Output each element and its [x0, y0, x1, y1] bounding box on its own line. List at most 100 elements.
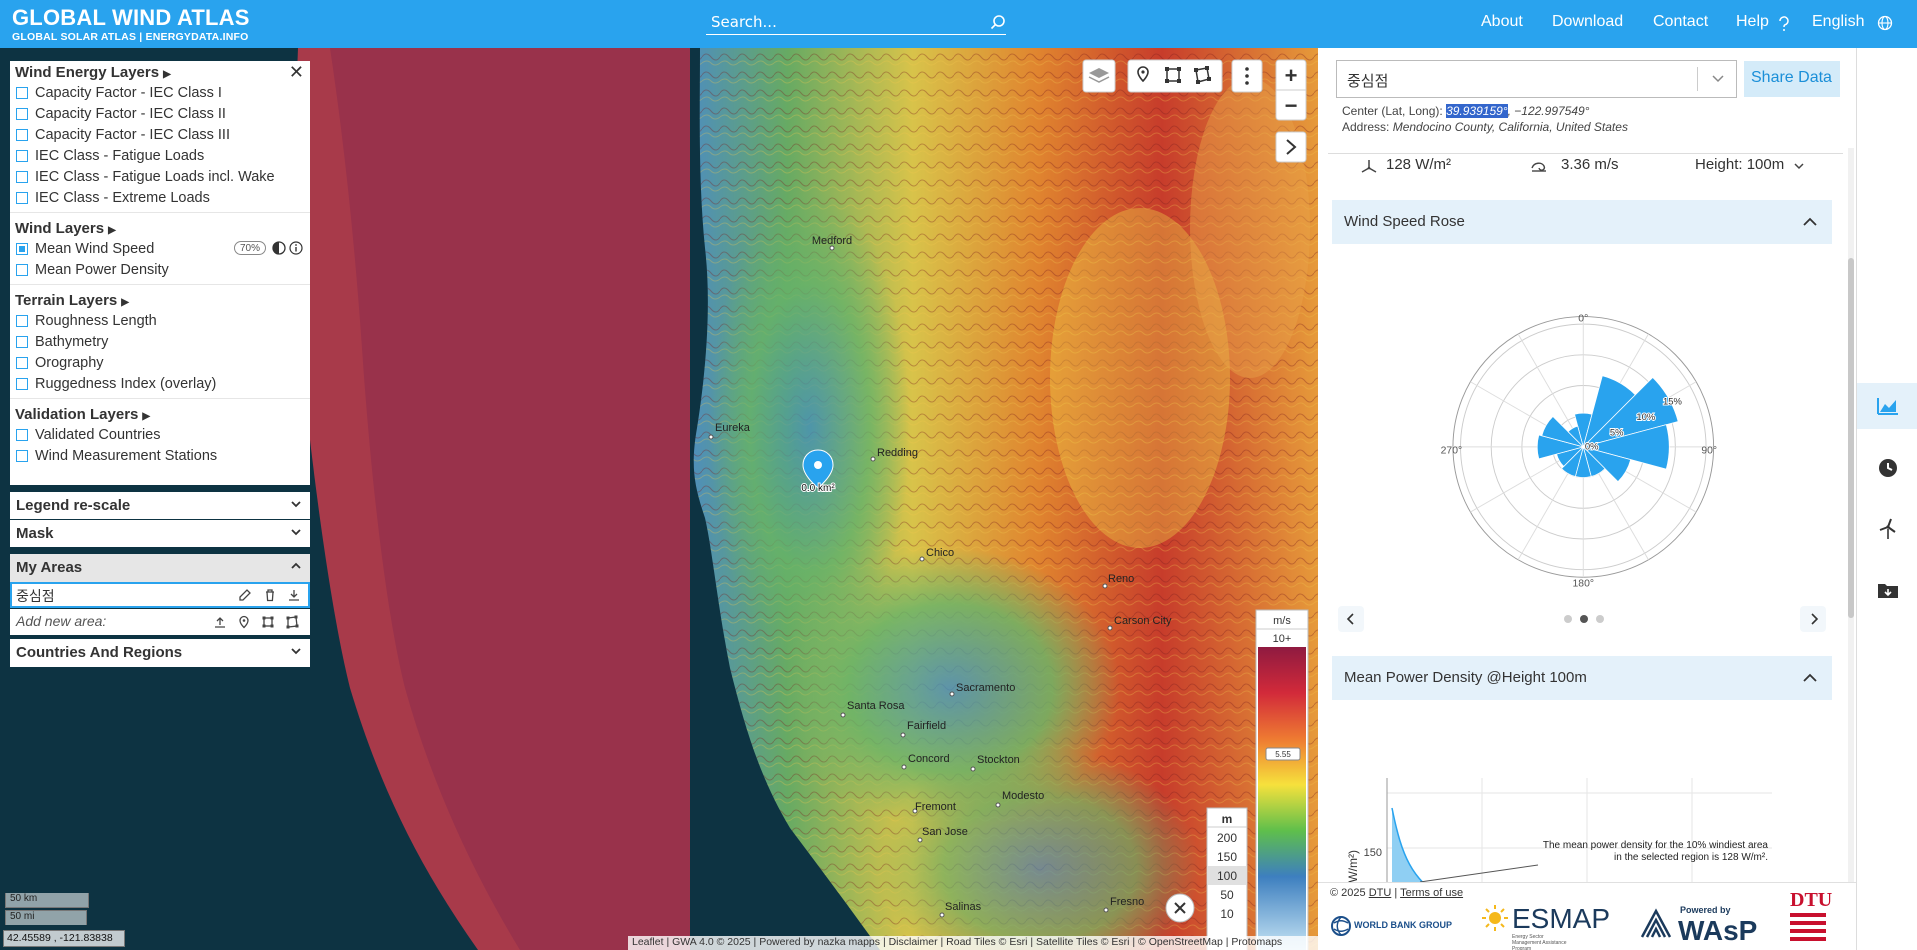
height-option-selected[interactable]: 100 [1217, 869, 1237, 883]
info-icon[interactable] [289, 241, 303, 255]
checkbox[interactable] [16, 149, 28, 162]
chevron-up-icon[interactable] [1802, 670, 1818, 686]
height-option[interactable]: 200 [1217, 831, 1237, 845]
add-polygon-icon[interactable] [285, 615, 299, 629]
height-dropdown[interactable]: Height: 100m [1695, 156, 1784, 173]
height-selector[interactable]: m 200 150 100 50 10 [1206, 807, 1248, 950]
carousel-prev-button[interactable] [1338, 606, 1364, 632]
footer-terms-link[interactable]: Terms of use [1400, 887, 1463, 899]
layer-mean-wind-speed[interactable]: Mean Wind Speed 70% [10, 238, 310, 259]
nav-contact[interactable]: Contact [1653, 13, 1708, 31]
layer-roughness-length[interactable]: Roughness Length [10, 310, 310, 331]
world-bank-logo[interactable]: WORLD BANK GROUP [1330, 913, 1452, 941]
esmap-logo[interactable]: ESMAP Energy Sector Management Assistanc… [1480, 901, 1610, 950]
zoom-out-button[interactable]: − [1285, 93, 1298, 118]
app-logo-subtitle[interactable]: GLOBAL SOLAR ATLAS | ENERGYDATA.INFO [12, 31, 248, 43]
city-label: Sacramento [956, 682, 1015, 694]
nav-about[interactable]: About [1481, 13, 1523, 31]
edit-icon[interactable] [238, 588, 252, 602]
nav-download[interactable]: Download [1552, 13, 1623, 31]
sidebar-history-button[interactable] [1857, 445, 1917, 491]
scrollbar-thumb[interactable] [1848, 258, 1854, 618]
layer-capacity-factor-iec3[interactable]: Capacity Factor - IEC Class III [10, 124, 310, 145]
area-item-selected[interactable]: 중심점 [10, 582, 310, 608]
carousel-dot[interactable] [1564, 615, 1572, 623]
rose-ring-label: 0% [1585, 442, 1599, 453]
layer-iec-fatigue-wake[interactable]: IEC Class - Fatigue Loads incl. Wake [10, 166, 310, 187]
height-option[interactable]: 150 [1217, 850, 1237, 864]
checkbox[interactable] [16, 86, 28, 99]
close-panel-icon[interactable]: ✕ [289, 62, 304, 83]
group-wind-energy-layers[interactable]: Wind Energy Layers ▶ [10, 61, 310, 82]
nav-help[interactable]: Help [1736, 13, 1769, 31]
checkbox[interactable] [16, 263, 28, 276]
wasp-logo[interactable]: Powered by WAsP [1638, 903, 1758, 947]
wind-speed-rose-header[interactable]: Wind Speed Rose [1332, 200, 1832, 244]
checkbox[interactable] [16, 356, 28, 369]
layer-orography[interactable]: Orography [10, 352, 310, 373]
checkbox[interactable] [16, 107, 28, 120]
add-new-area-row: Add new area: [10, 609, 310, 635]
zoom-in-button[interactable]: + [1285, 63, 1298, 88]
globe-icon[interactable] [1877, 15, 1893, 31]
nav-language[interactable]: English [1812, 13, 1864, 31]
layer-iec-extreme[interactable]: IEC Class - Extreme Loads [10, 187, 310, 208]
group-validation-layers[interactable]: Validation Layers ▶ [10, 403, 310, 424]
group-terrain-layers[interactable]: Terrain Layers ▶ [10, 289, 310, 310]
layer-wind-measurement-stations[interactable]: Wind Measurement Stations [10, 445, 310, 466]
checkbox[interactable] [16, 314, 28, 327]
chevron-up-icon[interactable] [1802, 214, 1818, 230]
more-options-icon[interactable] [1245, 67, 1249, 85]
close-legend-button[interactable] [1165, 893, 1195, 923]
checkbox[interactable] [16, 191, 28, 204]
checkbox[interactable] [16, 170, 28, 183]
sidebar-turbine-button[interactable] [1857, 506, 1917, 552]
layer-capacity-factor-iec2[interactable]: Capacity Factor - IEC Class II [10, 103, 310, 124]
mean-power-density-header[interactable]: Mean Power Density @Height 100m [1332, 656, 1832, 700]
layer-validated-countries[interactable]: Validated Countries [10, 424, 310, 445]
download-area-icon[interactable] [287, 588, 301, 602]
share-data-button[interactable]: Share Data [1744, 61, 1840, 97]
checkbox[interactable] [16, 449, 28, 462]
height-option[interactable]: 10 [1220, 907, 1234, 921]
location-pin[interactable]: 0.0 km² [800, 449, 836, 495]
sidebar-charts-button[interactable] [1857, 383, 1917, 429]
dtu-logo[interactable]: DTU [1788, 889, 1832, 947]
chevron-down-icon[interactable] [1793, 161, 1805, 171]
contrast-icon[interactable] [272, 241, 286, 255]
countries-regions-accordion[interactable]: Countries And Regions [10, 639, 310, 667]
carousel-dot-active[interactable] [1580, 615, 1588, 623]
my-areas-accordion[interactable]: My Areas [10, 554, 310, 582]
help-icon[interactable] [1778, 16, 1790, 32]
mask-accordion[interactable]: Mask [10, 520, 310, 547]
search-icon[interactable] [990, 14, 1006, 30]
area-select-dropdown[interactable]: 중심점 [1336, 60, 1737, 98]
layer-iec-fatigue[interactable]: IEC Class - Fatigue Loads [10, 145, 310, 166]
legend-rescale-accordion[interactable]: Legend re-scale [10, 492, 310, 519]
panel-scrollbar[interactable] [1848, 148, 1854, 928]
search-input[interactable]: Search... [706, 11, 1006, 35]
center-lat-selected[interactable]: 39.939159° [1446, 104, 1508, 118]
checkbox[interactable] [16, 335, 28, 348]
add-pin-icon[interactable] [237, 615, 251, 629]
checkbox[interactable] [16, 428, 28, 441]
app-logo-title[interactable]: GLOBAL WIND ATLAS [12, 5, 250, 31]
upload-icon[interactable] [213, 615, 227, 629]
carousel-next-button[interactable] [1800, 606, 1826, 632]
checkbox[interactable] [16, 377, 28, 390]
carousel-dot[interactable] [1596, 615, 1604, 623]
add-rectangle-icon[interactable] [261, 615, 275, 629]
map-attribution[interactable]: Leaflet | GWA 4.0 © 2025 | Powered by na… [628, 936, 1318, 950]
layer-capacity-factor-iec1[interactable]: Capacity Factor - IEC Class I [10, 82, 310, 103]
trash-icon[interactable] [263, 588, 277, 602]
layer-mean-power-density[interactable]: Mean Power Density [10, 259, 310, 280]
sidebar-folder-button[interactable] [1857, 567, 1917, 613]
layer-ruggedness-index[interactable]: Ruggedness Index (overlay) [10, 373, 310, 394]
layer-bathymetry[interactable]: Bathymetry [10, 331, 310, 352]
height-option[interactable]: 50 [1220, 888, 1234, 902]
footer-dtu-link[interactable]: DTU [1369, 887, 1392, 899]
group-wind-layers[interactable]: Wind Layers ▶ [10, 217, 310, 238]
checkbox-checked[interactable] [16, 242, 28, 255]
opacity-badge[interactable]: 70% [234, 241, 267, 255]
checkbox[interactable] [16, 128, 28, 141]
